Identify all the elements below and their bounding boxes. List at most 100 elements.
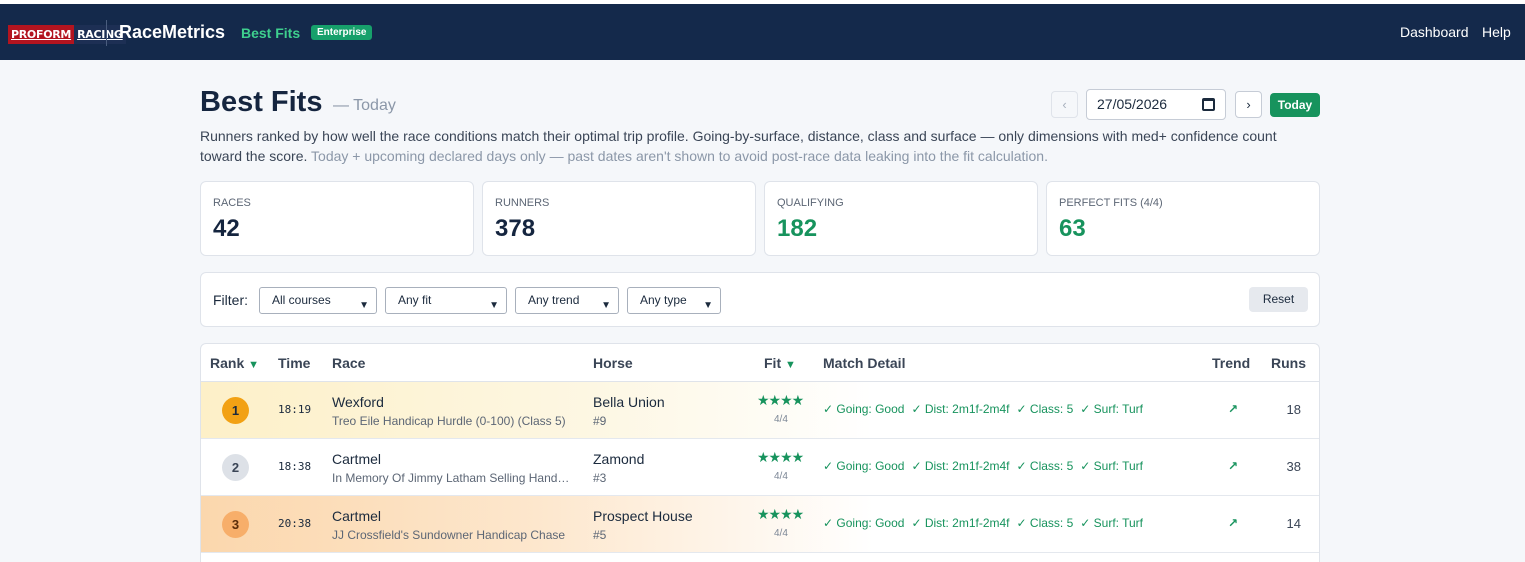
column-header-horse[interactable]: Horse xyxy=(593,355,633,371)
runs-count: 14 xyxy=(1286,516,1301,531)
today-button[interactable]: Today xyxy=(1270,93,1320,117)
previous-date-button[interactable]: ‹ xyxy=(1051,91,1078,118)
date-input[interactable]: 27/05/2026 xyxy=(1086,89,1226,120)
stat-value: 378 xyxy=(495,215,536,242)
page-title: Best Fits xyxy=(200,86,323,118)
trend-up-icon: ↗ xyxy=(1228,402,1239,416)
chevron-down-icon: ▼ xyxy=(489,300,499,311)
header-rank-label: Rank xyxy=(210,355,245,371)
course-name: Wexford xyxy=(332,394,384,410)
enterprise-badge: Enterprise xyxy=(311,25,373,40)
trend-up-icon: ↗ xyxy=(1228,516,1239,530)
app-brand[interactable]: RaceMetrics xyxy=(119,22,225,43)
race-time: 18:19 xyxy=(278,403,312,416)
saddle-cloth-number: #5 xyxy=(593,528,607,542)
column-header-trend[interactable]: Trend xyxy=(1212,355,1250,371)
nav-link-help[interactable]: Help xyxy=(1482,24,1511,40)
stat-value: 42 xyxy=(213,215,240,242)
course-select-value: All courses xyxy=(272,293,331,307)
match-class: ✓ Class: 5 xyxy=(1016,516,1074,530)
column-header-fit[interactable]: Fit ▼ xyxy=(764,355,796,371)
race-name: Treo Eile Handicap Hurdle (0-100) (Class… xyxy=(332,414,566,428)
navbar: PROFORM RACING RaceMetrics Best Fits Ent… xyxy=(0,4,1525,60)
sort-descending-icon: ▼ xyxy=(785,359,796,371)
logo-text-racing: RACING xyxy=(74,24,126,44)
course-select[interactable]: All courses ▼ xyxy=(259,287,377,314)
match-distance: ✓ Dist: 2m1f-2m4f xyxy=(911,459,1010,473)
fit-select-value: Any fit xyxy=(398,293,432,307)
column-header-race[interactable]: Race xyxy=(332,355,365,371)
rank-badge-gold: 1 xyxy=(222,397,249,424)
table-row[interactable]: 2 18:38 Cartmel In Memory Of Jimmy Latha… xyxy=(201,439,1319,496)
page-subtitle: — Today xyxy=(333,97,396,114)
table-row[interactable]: 3 20:38 Cartmel JJ Crossfield's Sundowne… xyxy=(201,496,1319,553)
fit-select[interactable]: Any fit ▼ xyxy=(385,287,507,314)
rank-badge-bronze: 3 xyxy=(222,511,249,538)
horse-name[interactable]: Bella Union xyxy=(593,394,665,410)
chevron-down-icon: ▼ xyxy=(703,300,713,311)
stat-label: RACES xyxy=(213,197,251,209)
match-detail: ✓ Going: Good ✓ Dist: 2m1f-2m4f ✓ Class: 5… xyxy=(823,459,1150,473)
table-row[interactable]: 1 18:19 Wexford Treo Eile Handicap Hurdl… xyxy=(201,382,1319,439)
chevron-down-icon: ▼ xyxy=(601,300,611,311)
stat-card-qualifying: QUALIFYING 182 xyxy=(764,181,1038,256)
logo-text-proform: PROFORM xyxy=(8,24,75,44)
next-date-button[interactable]: › xyxy=(1235,91,1262,118)
trend-select-value: Any trend xyxy=(528,293,580,307)
trend-up-icon: ↗ xyxy=(1228,459,1239,473)
saddle-cloth-number: #3 xyxy=(593,471,607,485)
match-detail: ✓ Going: Good ✓ Dist: 2m1f-2m4f ✓ Class: 5… xyxy=(823,402,1150,416)
course-name: Cartmel xyxy=(332,451,382,467)
runs-count: 18 xyxy=(1286,402,1301,417)
fit-score: 4/4 xyxy=(774,528,788,539)
match-surface: ✓ Surf: Turf xyxy=(1080,459,1144,473)
match-going: ✓ Going: Good xyxy=(823,459,905,473)
fit-stars: ★★★★ xyxy=(757,506,804,522)
column-header-match-detail[interactable]: Match Detail xyxy=(823,355,905,371)
horse-name[interactable]: Prospect House xyxy=(593,508,693,524)
match-surface: ✓ Surf: Turf xyxy=(1080,402,1144,416)
match-class: ✓ Class: 5 xyxy=(1016,402,1074,416)
chevron-down-icon: ▼ xyxy=(359,300,369,311)
saddle-cloth-number: #9 xyxy=(593,414,607,428)
filter-bar: Filter: All courses ▼ Any fit ▼ Any tren… xyxy=(200,272,1320,327)
results-table: Rank ▼ Time Race Horse Fit ▼ Match Detai… xyxy=(200,343,1320,562)
race-time: 20:38 xyxy=(278,517,312,530)
fit-score: 4/4 xyxy=(774,414,788,425)
race-name: In Memory Of Jimmy Latham Selling Handic… xyxy=(332,471,572,485)
type-select[interactable]: Any type ▼ xyxy=(627,287,721,314)
nav-link-dashboard[interactable]: Dashboard xyxy=(1400,24,1469,40)
runs-count: 38 xyxy=(1286,459,1301,474)
horse-name[interactable]: Zamond xyxy=(593,451,644,467)
race-name: JJ Crossfield's Sundowner Handicap Chase xyxy=(332,528,566,542)
stat-value: 182 xyxy=(777,215,818,242)
fit-stars: ★★★★ xyxy=(757,392,804,408)
rank-badge-silver: 2 xyxy=(222,454,249,481)
fit-stars: ★★★★ xyxy=(757,449,804,465)
header-fit-label: Fit xyxy=(764,355,782,371)
fit-score: 4/4 xyxy=(774,471,788,482)
stat-value: 63 xyxy=(1059,215,1086,242)
stat-card-races: RACES 42 xyxy=(200,181,474,256)
stat-card-perfect-fits: PERFECT FITS (4/4) 63 xyxy=(1046,181,1320,256)
match-distance: ✓ Dist: 2m1f-2m4f xyxy=(911,402,1010,416)
column-header-time[interactable]: Time xyxy=(278,355,310,371)
match-detail: ✓ Going: Good ✓ Dist: 2m1f-2m4f ✓ Class: 5… xyxy=(823,516,1150,530)
stat-label: QUALIFYING xyxy=(777,197,844,209)
type-select-value: Any type xyxy=(640,293,687,307)
match-surface: ✓ Surf: Turf xyxy=(1080,516,1144,530)
match-going: ✓ Going: Good xyxy=(823,516,905,530)
calendar-icon[interactable] xyxy=(1202,98,1215,111)
reset-button[interactable]: Reset xyxy=(1249,287,1308,312)
column-header-rank[interactable]: Rank ▼ xyxy=(210,355,259,371)
stat-label: PERFECT FITS (4/4) xyxy=(1059,197,1163,209)
date-value: 27/05/2026 xyxy=(1097,96,1168,112)
match-going: ✓ Going: Good xyxy=(823,402,905,416)
trend-select[interactable]: Any trend ▼ xyxy=(515,287,619,314)
sort-descending-icon: ▼ xyxy=(248,359,260,371)
filter-label: Filter: xyxy=(213,292,248,308)
page-description: Runners ranked by how well the race cond… xyxy=(200,126,1320,166)
column-header-runs[interactable]: Runs xyxy=(1271,355,1306,371)
race-time: 18:38 xyxy=(278,460,312,473)
proform-racing-logo[interactable]: PROFORM RACING xyxy=(8,24,126,44)
